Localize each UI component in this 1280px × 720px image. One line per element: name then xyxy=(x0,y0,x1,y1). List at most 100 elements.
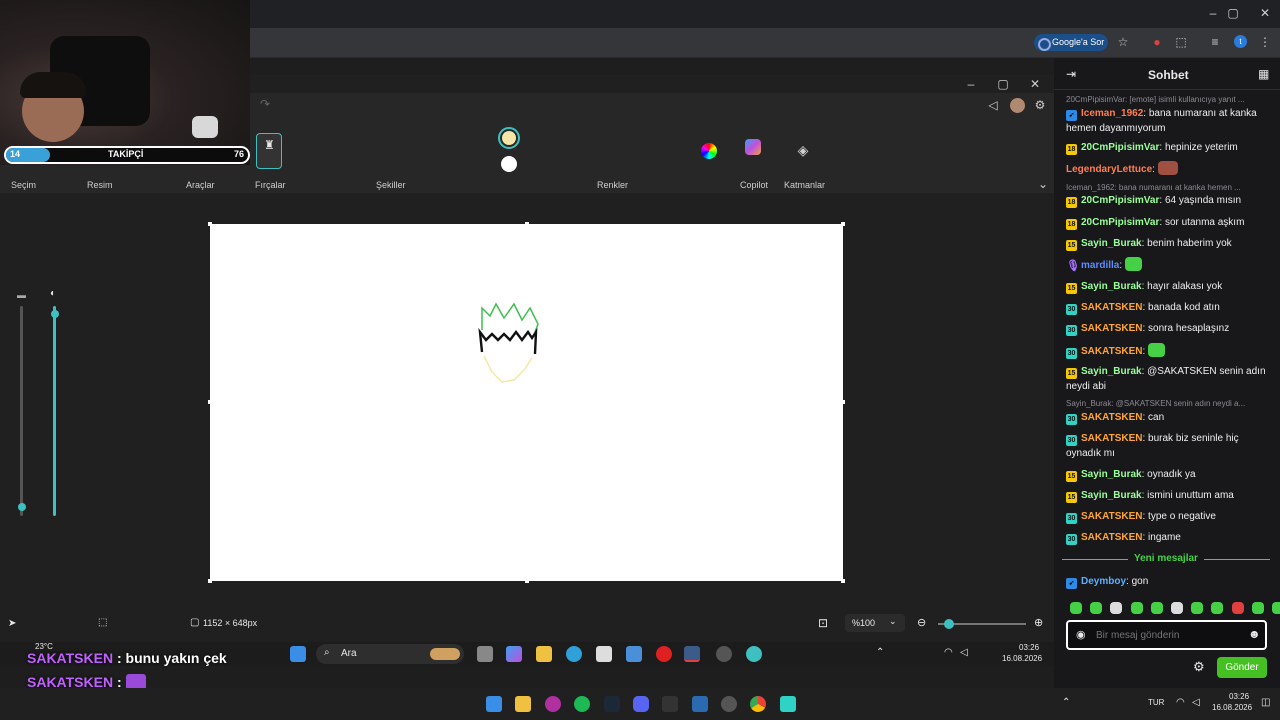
chat-username[interactable]: mardilla xyxy=(1081,260,1119,271)
paint-close-icon[interactable]: ✕ xyxy=(1026,75,1044,93)
inner-obs-icon[interactable] xyxy=(716,646,732,662)
redo-icon[interactable]: ↷ xyxy=(256,95,274,113)
resize-handle[interactable] xyxy=(525,222,529,226)
chat-input[interactable] xyxy=(1096,627,1236,643)
chat-message[interactable]: 15 Sayin_Burak: benim haberim yok xyxy=(1066,236,1266,251)
chat-username[interactable]: 20CmPipisimVar xyxy=(1081,217,1159,228)
emote-suggestion[interactable] xyxy=(1251,602,1264,614)
chat-badge-icon[interactable]: ◉ xyxy=(1076,628,1086,641)
chat-emote[interactable] xyxy=(1124,257,1142,271)
subscriber-badge[interactable]: 🎙 xyxy=(1066,261,1080,272)
zoom-select[interactable]: %100 ⌄ xyxy=(845,614,905,632)
brush-tool-button[interactable]: ♜ xyxy=(256,133,282,169)
inner-steam-icon[interactable] xyxy=(684,646,700,662)
emote-suggestion[interactable] xyxy=(1130,602,1143,614)
chat-username[interactable]: LegendaryLettuce xyxy=(1066,164,1152,175)
group-label-copilot[interactable]: Copilot xyxy=(740,180,768,190)
group-label-brushes[interactable]: Fırçalar xyxy=(255,180,286,190)
profile-avatar[interactable]: t xyxy=(1234,35,1247,48)
chat-reply-context[interactable]: Iceman_1962: bana numaranı at kanka heme… xyxy=(1066,183,1266,192)
subscriber-badge[interactable]: 30 xyxy=(1066,414,1077,425)
subscriber-badge[interactable]: ➶ xyxy=(1066,110,1077,121)
send-button[interactable]: Gönder xyxy=(1217,657,1267,678)
chat-message[interactable]: 15 Sayin_Burak: hayır alakası yok xyxy=(1066,279,1266,294)
copilot-icon[interactable] xyxy=(745,139,761,155)
group-label-shapes[interactable]: Şekiller xyxy=(376,180,406,190)
subscriber-badge[interactable]: 30 xyxy=(1066,325,1077,336)
subscriber-badge[interactable]: 18 xyxy=(1066,144,1077,155)
inner-explorer-icon[interactable] xyxy=(536,646,552,662)
new-messages-label[interactable]: Yeni mesajlar xyxy=(1128,553,1204,564)
subscriber-badge[interactable]: ➶ xyxy=(1066,578,1077,589)
share-icon[interactable]: ◁ xyxy=(984,96,1002,114)
language[interactable]: TUR xyxy=(1148,698,1164,707)
chat-username[interactable]: SAKATSKEN xyxy=(1081,433,1142,444)
secondary-color-swatch[interactable] xyxy=(501,156,517,172)
chrome-icon[interactable] xyxy=(750,696,766,712)
close-icon[interactable]: ✕ xyxy=(1256,4,1274,22)
chat-username[interactable]: 20CmPipisimVar xyxy=(1081,142,1159,153)
inner-tray-chevron-icon[interactable]: ⌃ xyxy=(876,647,884,658)
group-label-selection[interactable]: Seçim xyxy=(11,180,36,190)
paint-maximize-icon[interactable]: ▢ xyxy=(994,75,1012,93)
tray-chevron-icon[interactable]: ⌃ xyxy=(1062,697,1070,708)
subscriber-badge[interactable]: 18 xyxy=(1066,219,1077,230)
steam-icon[interactable] xyxy=(604,696,620,712)
layers-icon[interactable]: ◈ xyxy=(794,141,812,159)
emote-suggestion[interactable] xyxy=(1211,602,1224,614)
emote-suggestion[interactable] xyxy=(1090,602,1103,614)
wifi-icon[interactable]: ◠ xyxy=(1176,697,1185,708)
chat-message[interactable]: 30 SAKATSKEN: sonra hesaplaşınz xyxy=(1066,321,1266,336)
resize-handle[interactable] xyxy=(841,579,845,583)
subscriber-badge[interactable]: 15 xyxy=(1066,240,1077,251)
explorer-icon[interactable] xyxy=(515,696,531,712)
chat-message[interactable]: 30 SAKATSKEN: burak biz seninle hiç oynad… xyxy=(1066,431,1266,461)
menu-icon[interactable]: ⋮ xyxy=(1256,33,1274,51)
resize-handle[interactable] xyxy=(208,222,212,226)
inner-paint-icon[interactable] xyxy=(746,646,762,662)
chat-username[interactable]: Sayin_Burak xyxy=(1081,366,1142,377)
chat-username[interactable]: Sayin_Burak xyxy=(1081,281,1142,292)
inner-search-box[interactable]: ⌕ Ara xyxy=(316,644,464,664)
inner-wifi-icon[interactable]: ◠ xyxy=(944,647,953,658)
maximize-icon[interactable]: ▢ xyxy=(1224,4,1242,22)
resize-handle[interactable] xyxy=(208,400,212,404)
chat-username[interactable]: SAKATSKEN xyxy=(1081,511,1142,522)
inner-taskview-icon[interactable] xyxy=(477,646,493,662)
opacity-slider-thumb[interactable] xyxy=(51,310,59,318)
emote-suggestion[interactable] xyxy=(1070,602,1082,614)
collapse-chat-icon[interactable]: ⇥ xyxy=(1066,67,1076,81)
discord-icon[interactable] xyxy=(633,696,649,712)
emote-suggestion[interactable] xyxy=(1191,602,1204,614)
chat-message[interactable]: 18 20CmPipisimVar: sor utanma aşkım xyxy=(1066,215,1266,230)
minimize-icon[interactable]: – xyxy=(1204,4,1222,22)
emote-suggestion[interactable] xyxy=(1110,602,1123,614)
star-icon[interactable]: ☆ xyxy=(1114,33,1132,51)
notification-icon[interactable]: ◫ xyxy=(1261,697,1270,708)
chat-username[interactable]: Sayin_Burak xyxy=(1081,238,1142,249)
chat-message[interactable]: 30 SAKATSKEN: can xyxy=(1066,410,1266,425)
chat-username[interactable]: SAKATSKEN xyxy=(1081,532,1142,543)
battlenet-icon[interactable] xyxy=(692,696,708,712)
subscriber-badge[interactable]: 30 xyxy=(1066,513,1077,524)
zoom-slider-thumb[interactable] xyxy=(944,619,954,629)
inner-opera-icon[interactable] xyxy=(656,646,672,662)
zoom-in-icon[interactable]: ⊕ xyxy=(1034,616,1043,629)
account-avatar[interactable] xyxy=(1010,98,1025,113)
emote-suggestion[interactable] xyxy=(1231,602,1244,614)
emote-suggestion[interactable] xyxy=(1272,602,1280,614)
settings-gear-icon[interactable]: ⚙ xyxy=(1031,96,1049,114)
chat-username[interactable]: SAKATSKEN xyxy=(1081,346,1142,357)
spotify-icon[interactable] xyxy=(574,696,590,712)
chat-message[interactable]: 🎙mardilla: xyxy=(1066,257,1266,273)
chat-username[interactable]: 20CmPipisimVar xyxy=(1081,195,1159,206)
resize-handle[interactable] xyxy=(208,579,212,583)
chat-message[interactable]: 18 20CmPipisimVar: hepinize yeterim xyxy=(1066,140,1266,155)
chat-reply-context[interactable]: Sayin_Burak: @SAKATSKEN senin adın neydi… xyxy=(1066,399,1266,408)
epic-games-icon[interactable] xyxy=(662,696,678,712)
chat-emote[interactable] xyxy=(1148,343,1166,357)
inner-edge-icon[interactable] xyxy=(566,646,582,662)
size-slider[interactable] xyxy=(20,306,23,516)
chat-username[interactable]: SAKATSKEN xyxy=(1081,412,1142,423)
app-icon[interactable] xyxy=(545,696,561,712)
